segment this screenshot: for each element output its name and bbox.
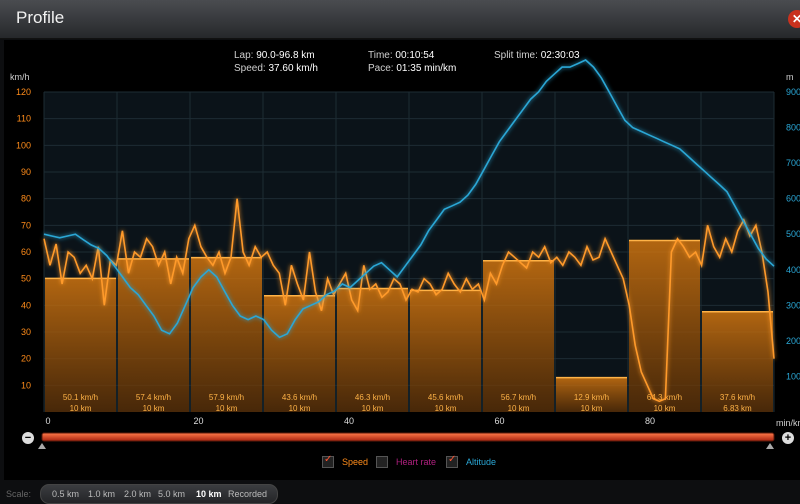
segment-distance-label: 10 km [435,404,457,413]
segment-distance-label: 10 km [143,404,165,413]
altitude-checkbox[interactable] [446,454,458,468]
scale-option-5km[interactable]: 5.0 km [158,489,185,499]
segment-speed-label: 56.7 km/h [501,393,536,402]
scale-option-10km[interactable]: 10 km [196,489,222,499]
zoom-in-button[interactable]: + [782,432,794,444]
heart-rate-checkbox[interactable] [376,456,388,468]
segment-distance-label: 10 km [362,404,384,413]
y-tick-label: 100 [16,140,31,150]
segment-speed-label: 46.3 km/h [355,393,390,402]
scale-option-0.5km[interactable]: 0.5 km [52,489,79,499]
y-tick-label: 120 [16,87,31,97]
y2-tick-label: 500 [786,229,800,239]
segment-distance-label: 10 km [508,404,530,413]
scale-option-1km[interactable]: 1.0 km [88,489,115,499]
segment-speed-label: 45.6 km/h [428,393,463,402]
x-tick-label: 80 [645,416,655,426]
segment-bar [118,258,189,412]
segment-bar [629,240,700,412]
range-slider-handle-right [766,443,774,449]
y2-tick-label: 900 [786,87,800,97]
y-tick-label: 40 [21,300,31,310]
scale-option-2km[interactable]: 2.0 km [124,489,151,499]
segment-distance-label: 10 km [289,404,311,413]
segment-speed-label: 50.1 km/h [63,393,98,402]
x-tick-label: 0 [45,416,50,426]
segment-distance-label: 10 km [654,404,676,413]
segment-speed-label: 57.9 km/h [209,393,244,402]
y2-tick-label: 200 [786,336,800,346]
legend-heart-rate[interactable]: Heart rate [376,456,436,468]
x-tick-label: 40 [344,416,354,426]
segment-speed-label: 43.6 km/h [282,393,317,402]
range-slider-track [41,432,775,442]
scale-label: Scale: [6,489,32,499]
y2-tick-label: 400 [786,265,800,275]
y-tick-label: 110 [17,114,31,124]
y-tick-label: 70 [21,220,31,230]
y-tick-label: 30 [21,327,31,337]
y2-tick-label: 100 [786,371,800,381]
scale-option-recorded[interactable]: Recorded [228,489,267,499]
zoom-out-button[interactable]: − [22,432,34,444]
segment-distance-label: 6.83 km [723,404,752,413]
segment-speed-label: 12.9 km/h [574,393,609,402]
y-tick-label: 90 [21,167,31,177]
y-tick-label: 50 [21,274,31,284]
segment-distance-label: 10 km [581,404,603,413]
x-tick-label: 60 [495,416,505,426]
segment-bar [483,260,554,412]
scale-bar: Scale: 0.5 km 1.0 km 2.0 km 5.0 km 10 km… [0,484,300,504]
profile-chart: 1020304050607080901001101201002003004005… [16,59,800,449]
y2-tick-label: 300 [786,300,800,310]
y2-tick-label: 700 [786,158,800,168]
segment-distance-label: 10 km [216,404,238,413]
y-tick-label: 10 [21,380,31,390]
x-tick-label: 20 [194,416,204,426]
y-tick-label: 20 [21,354,31,364]
segment-distance-label: 10 km [70,404,92,413]
y-tick-label: 60 [21,247,31,257]
speed-checkbox[interactable] [322,454,334,468]
y2-tick-label: 600 [786,194,800,204]
y-tick-label: 80 [21,194,31,204]
segment-bar [191,257,262,412]
segment-speed-label: 57.4 km/h [136,393,171,402]
legend-speed[interactable]: Speed [322,454,368,468]
y2-tick-label: 800 [786,123,800,133]
segment-speed-label: 37.6 km/h [720,393,755,402]
range-slider-handle-left [38,443,46,449]
legend-altitude[interactable]: Altitude [446,454,496,468]
